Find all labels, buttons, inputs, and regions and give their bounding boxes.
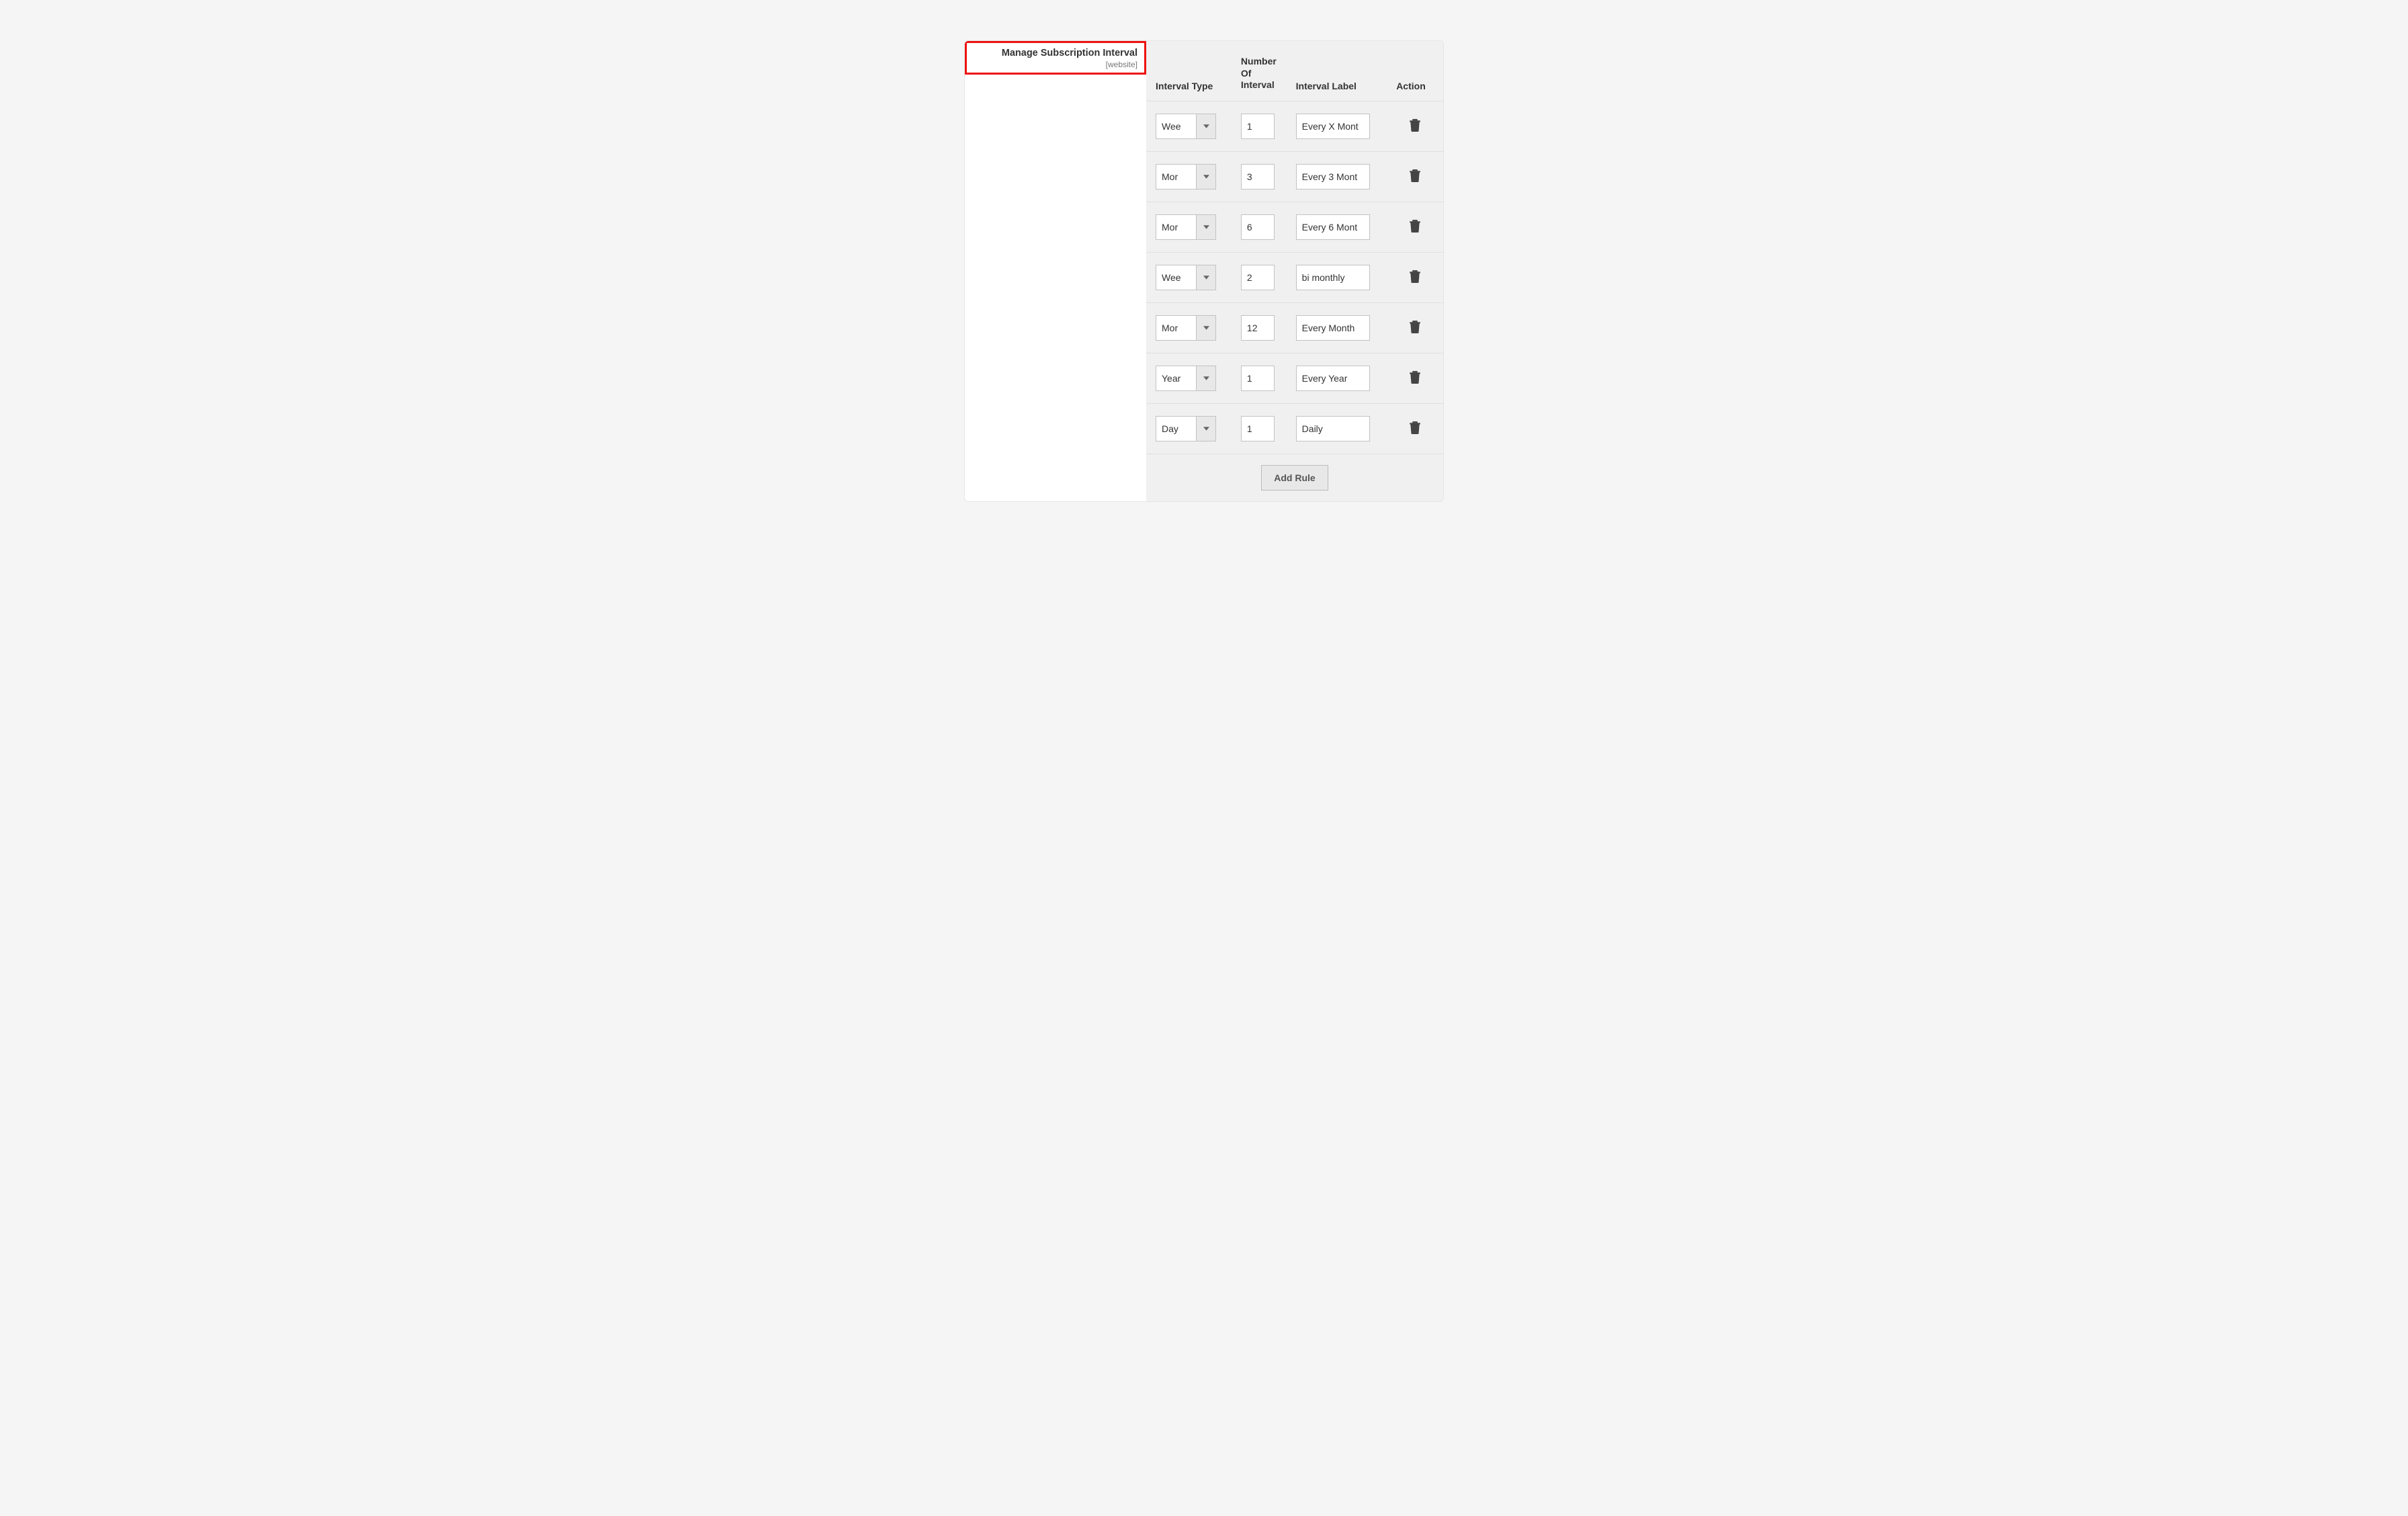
delete-row-button[interactable]: [1406, 116, 1424, 136]
interval-type-value: Mor: [1156, 315, 1196, 341]
interval-label-input[interactable]: [1296, 265, 1370, 290]
table-row: Day: [1146, 403, 1443, 454]
interval-type-select[interactable]: Mor: [1156, 164, 1216, 190]
number-of-interval-input[interactable]: [1241, 164, 1275, 190]
chevron-down-icon[interactable]: [1196, 315, 1216, 341]
delete-row-button[interactable]: [1406, 166, 1424, 187]
interval-type-value: Mor: [1156, 214, 1196, 240]
interval-label-input[interactable]: [1296, 366, 1370, 391]
number-of-interval-input[interactable]: [1241, 416, 1275, 441]
interval-type-value: Day: [1156, 416, 1196, 441]
interval-label-input[interactable]: [1296, 315, 1370, 341]
number-of-interval-input[interactable]: [1241, 114, 1275, 139]
interval-type-select[interactable]: Wee: [1156, 265, 1216, 290]
number-of-interval-input[interactable]: [1241, 214, 1275, 240]
trash-icon: [1409, 219, 1421, 233]
interval-type-value: Mor: [1156, 164, 1196, 190]
delete-row-button[interactable]: [1406, 216, 1424, 237]
interval-table-wrapper: Interval Type NumberOfInterval Interval …: [1146, 41, 1443, 501]
interval-label-input[interactable]: [1296, 114, 1370, 139]
number-of-interval-input[interactable]: [1241, 315, 1275, 341]
number-of-interval-input[interactable]: [1241, 265, 1275, 290]
table-row: Mor: [1146, 302, 1443, 353]
trash-icon: [1409, 421, 1421, 434]
delete-row-button[interactable]: [1406, 317, 1424, 338]
trash-icon: [1409, 118, 1421, 132]
table-row: Wee: [1146, 101, 1443, 151]
delete-row-button[interactable]: [1406, 368, 1424, 388]
table-row: Mor: [1146, 202, 1443, 252]
field-label-highlight: Manage Subscription Interval [website]: [965, 41, 1146, 75]
interval-table: Interval Type NumberOfInterval Interval …: [1146, 41, 1443, 501]
table-row: Year: [1146, 353, 1443, 403]
number-of-interval-input[interactable]: [1241, 366, 1275, 391]
interval-type-select[interactable]: Mor: [1156, 214, 1216, 240]
delete-row-button[interactable]: [1406, 418, 1424, 439]
trash-icon: [1409, 169, 1421, 182]
chevron-down-icon[interactable]: [1196, 214, 1216, 240]
interval-type-select[interactable]: Mor: [1156, 315, 1216, 341]
chevron-down-icon[interactable]: [1196, 164, 1216, 190]
header-interval-type: Interval Type: [1146, 41, 1236, 101]
interval-type-select[interactable]: Wee: [1156, 114, 1216, 139]
chevron-down-icon[interactable]: [1196, 416, 1216, 441]
header-action: Action: [1391, 41, 1443, 101]
interval-label-input[interactable]: [1296, 164, 1370, 190]
table-row: Wee: [1146, 252, 1443, 302]
delete-row-button[interactable]: [1406, 267, 1424, 288]
interval-label-input[interactable]: [1296, 416, 1370, 441]
trash-icon: [1409, 269, 1421, 283]
chevron-down-icon[interactable]: [1196, 265, 1216, 290]
field-label-column: Manage Subscription Interval [website]: [965, 41, 1146, 501]
header-interval-label: Interval Label: [1291, 41, 1391, 101]
trash-icon: [1409, 370, 1421, 384]
subscription-interval-panel: Manage Subscription Interval [website] I…: [964, 40, 1444, 502]
field-title: Manage Subscription Interval: [974, 47, 1137, 60]
interval-type-value: Wee: [1156, 114, 1196, 139]
interval-label-input[interactable]: [1296, 214, 1370, 240]
field-scope: [website]: [974, 60, 1137, 71]
add-rule-button[interactable]: Add Rule: [1261, 465, 1328, 491]
interval-type-value: Wee: [1156, 265, 1196, 290]
interval-type-select[interactable]: Day: [1156, 416, 1216, 441]
header-number: NumberOfInterval: [1236, 41, 1291, 101]
interval-type-select[interactable]: Year: [1156, 366, 1216, 391]
trash-icon: [1409, 320, 1421, 333]
interval-type-value: Year: [1156, 366, 1196, 391]
chevron-down-icon[interactable]: [1196, 366, 1216, 391]
chevron-down-icon[interactable]: [1196, 114, 1216, 139]
table-row: Mor: [1146, 151, 1443, 202]
